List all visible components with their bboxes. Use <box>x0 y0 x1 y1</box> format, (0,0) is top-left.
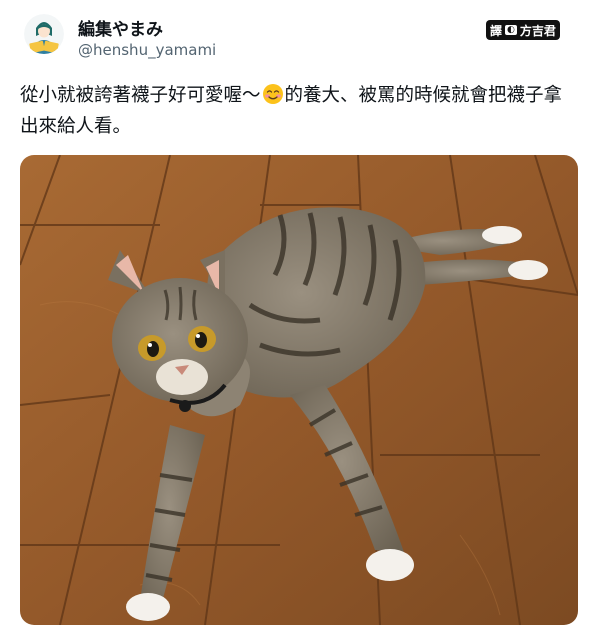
tabby-cat-photo <box>20 155 578 625</box>
smiling-face-emoji-icon <box>262 84 283 104</box>
translator-badge-divider: ◐ <box>505 25 517 35</box>
author-handle[interactable]: @henshu_yamami <box>78 41 216 59</box>
tweet-text-part1: 從小就被誇著襪子好可愛喔～ <box>20 85 261 106</box>
author-display-name[interactable]: 編集やまみ <box>78 15 163 40</box>
avatar[interactable] <box>24 14 64 54</box>
translator-badge-right: 方吉君 <box>519 23 556 38</box>
tweet-photo[interactable] <box>20 155 578 625</box>
tweet-text: 從小就被誇著襪子好可愛喔～ 的養大、被罵的時候就會把襪子拿出來給人看。 <box>20 80 580 142</box>
translator-badge: 譯 ◐ 方吉君 <box>486 20 560 40</box>
translator-badge-left: 譯 <box>490 23 503 38</box>
avatar-illustration <box>24 14 64 54</box>
